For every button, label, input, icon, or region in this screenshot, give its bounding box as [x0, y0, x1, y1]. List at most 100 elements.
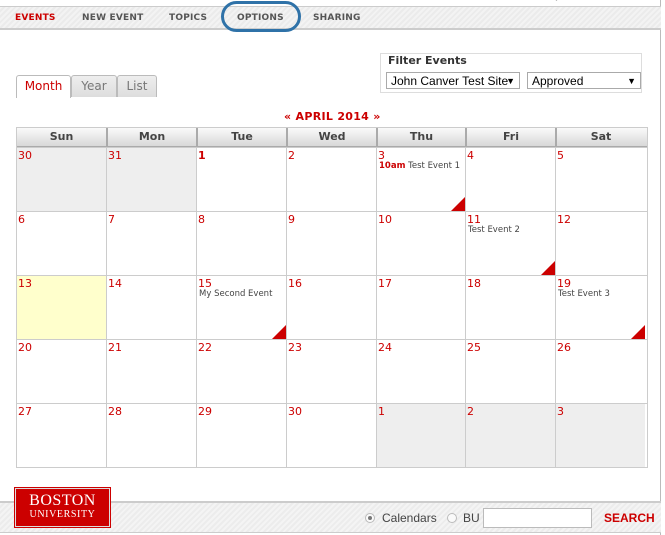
day-cell[interactable]: 31	[106, 148, 196, 211]
day-cell[interactable]: 29	[196, 404, 286, 467]
nav-events[interactable]: EVENTS	[15, 13, 56, 23]
day-number[interactable]: 16	[288, 277, 302, 290]
day-cell[interactable]: 2	[465, 404, 555, 467]
day-cell[interactable]: 23	[286, 340, 376, 403]
day-number[interactable]: 30	[288, 405, 302, 418]
day-number[interactable]: 4	[467, 149, 474, 162]
day-cell[interactable]: 30	[286, 404, 376, 467]
day-cell[interactable]: 30	[17, 148, 106, 211]
day-number[interactable]: 13	[18, 277, 32, 290]
nav-sharing[interactable]: SHARING	[313, 13, 361, 23]
filter-events-title: Filter Events	[386, 54, 469, 67]
day-cell[interactable]: 19 Test Event 3	[555, 276, 645, 339]
day-cell[interactable]: 28	[106, 404, 196, 467]
day-number[interactable]: 24	[378, 341, 392, 354]
calendar-event[interactable]: 10am Test Event 1	[379, 161, 461, 172]
dropdown-arrow-icon: ▼	[627, 76, 636, 86]
day-number[interactable]: 5	[557, 149, 564, 162]
day-number[interactable]: 8	[198, 213, 205, 226]
search-button[interactable]: SEARCH	[604, 511, 655, 525]
weekday-thu: Thu	[376, 128, 465, 146]
day-number[interactable]: 3	[557, 405, 564, 418]
day-number[interactable]: 14	[108, 277, 122, 290]
day-number[interactable]: 20	[18, 341, 32, 354]
day-number[interactable]: 10	[378, 213, 392, 226]
nav-new-event[interactable]: NEW EVENT	[82, 13, 143, 23]
site-select[interactable]: John Canver Test Site ▼	[386, 72, 520, 89]
day-number[interactable]: 17	[378, 277, 392, 290]
day-number[interactable]: 27	[18, 405, 32, 418]
day-cell[interactable]: 8	[196, 212, 286, 275]
day-number[interactable]: 25	[467, 341, 481, 354]
day-cell[interactable]: 17	[376, 276, 465, 339]
day-cell[interactable]: 18	[465, 276, 555, 339]
calendar-event[interactable]: My Second Event	[199, 289, 282, 300]
day-cell[interactable]: 6	[17, 212, 106, 275]
day-number[interactable]: 26	[557, 341, 571, 354]
search-input[interactable]	[483, 508, 592, 528]
calendar-event[interactable]: Test Event 2	[468, 225, 551, 236]
day-number[interactable]: 7	[108, 213, 115, 226]
day-cell[interactable]: 11 Test Event 2	[465, 212, 555, 275]
day-cell[interactable]: 1	[376, 404, 465, 467]
day-cell[interactable]: 14	[106, 276, 196, 339]
day-number[interactable]: 2	[467, 405, 474, 418]
weekday-sun: Sun	[49, 130, 74, 143]
boston-university-logo[interactable]: BOSTON UNIVERSITY	[14, 487, 111, 528]
day-cell[interactable]: 12	[555, 212, 645, 275]
day-number[interactable]: 18	[467, 277, 481, 290]
event-title[interactable]: Test Event 1	[408, 161, 460, 171]
day-number[interactable]: 1	[378, 405, 385, 418]
day-number[interactable]: 22	[198, 341, 212, 354]
day-number[interactable]: 28	[108, 405, 122, 418]
day-cell[interactable]: 21	[106, 340, 196, 403]
day-cell[interactable]: 20	[17, 340, 106, 403]
day-number[interactable]: 2	[288, 149, 295, 162]
day-cell[interactable]: 3 10am Test Event 1	[376, 148, 465, 211]
calendars-radio-label[interactable]: Calendars	[382, 511, 437, 525]
day-cell-today[interactable]: 13	[17, 276, 106, 339]
tab-year[interactable]: Year	[71, 75, 117, 97]
day-number[interactable]: 31	[108, 149, 122, 162]
month-navigation: « APRIL 2014 »	[284, 110, 381, 123]
next-month-link[interactable]: »	[373, 110, 380, 123]
day-cell[interactable]: 26	[555, 340, 645, 403]
day-number[interactable]: 1	[198, 149, 206, 162]
day-number[interactable]: 29	[198, 405, 212, 418]
day-number[interactable]: 30	[18, 149, 32, 162]
bu-radio[interactable]	[447, 513, 457, 523]
day-cell[interactable]: 27	[17, 404, 106, 467]
event-title[interactable]: My Second Event	[199, 289, 272, 299]
day-cell[interactable]: 4	[465, 148, 555, 211]
event-title[interactable]: Test Event 2	[468, 225, 520, 235]
day-cell[interactable]: 22	[196, 340, 286, 403]
day-cell[interactable]: 24	[376, 340, 465, 403]
day-cell[interactable]: 25	[465, 340, 555, 403]
tab-month[interactable]: Month	[16, 75, 71, 98]
day-cell[interactable]: 3	[555, 404, 645, 467]
page-frame: EVENTS NEW EVENT TOPICS OPTIONS SHARING …	[0, 0, 661, 535]
bu-radio-label[interactable]: BU	[463, 511, 480, 525]
calendar-event[interactable]: Test Event 3	[558, 289, 641, 300]
day-number[interactable]: 21	[108, 341, 122, 354]
day-cell[interactable]: 15 My Second Event	[196, 276, 286, 339]
week-row: 30 31 1 2 3 10am Test Event 14 5	[17, 147, 647, 211]
status-select[interactable]: Approved ▼	[527, 72, 641, 89]
day-cell[interactable]: 1	[196, 148, 286, 211]
prev-month-link[interactable]: «	[284, 110, 291, 123]
day-number[interactable]: 12	[557, 213, 571, 226]
calendars-radio[interactable]	[365, 513, 375, 523]
day-cell[interactable]: 10	[376, 212, 465, 275]
day-cell[interactable]: 16	[286, 276, 376, 339]
day-number[interactable]: 23	[288, 341, 302, 354]
day-number[interactable]: 6	[18, 213, 25, 226]
event-title[interactable]: Test Event 3	[558, 289, 610, 299]
tab-list[interactable]: List	[117, 75, 157, 97]
day-cell[interactable]: 5	[555, 148, 645, 211]
nav-topics[interactable]: TOPICS	[169, 13, 207, 23]
day-cell[interactable]: 2	[286, 148, 376, 211]
day-cell[interactable]: 9	[286, 212, 376, 275]
day-number[interactable]: 9	[288, 213, 295, 226]
day-cell[interactable]: 7	[106, 212, 196, 275]
status-select-value: Approved	[532, 74, 584, 88]
